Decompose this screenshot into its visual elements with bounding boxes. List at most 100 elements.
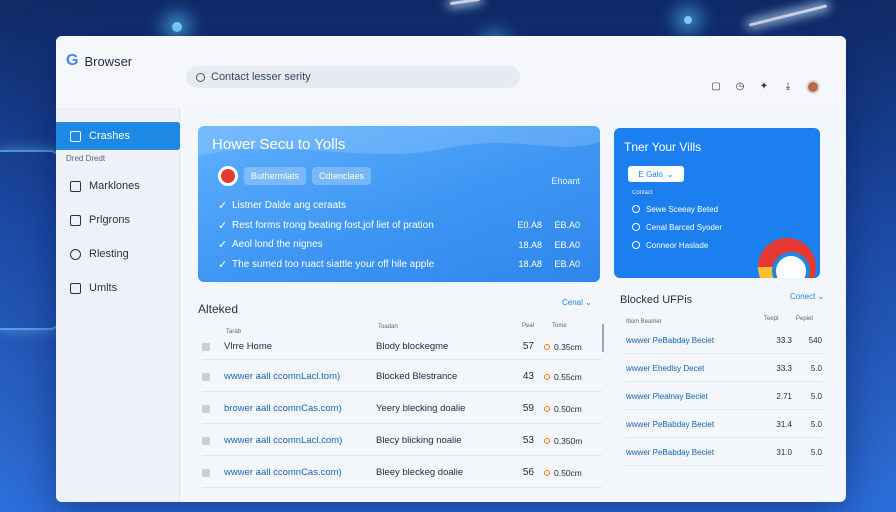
- col-header-site: Itlom Beamer: [626, 319, 662, 325]
- url-row-site[interactable]: wwwer PeBabday Beciet: [626, 448, 758, 457]
- hero-chip[interactable]: Cdtenclaes: [312, 167, 372, 185]
- radio-option[interactable]: Cenal Barced Syoder: [632, 218, 722, 236]
- radio-label: Cenal Barced Syoder: [646, 222, 723, 232]
- row-checkbox[interactable]: [202, 436, 210, 445]
- sidebar-sub-label: Dred Dredt: [66, 154, 106, 163]
- hero-tag: Ehoant: [551, 176, 580, 186]
- scrollbar[interactable]: [602, 324, 604, 352]
- url-row-value: 33.3: [776, 336, 792, 345]
- sidebar-item-umlts[interactable]: Umlts: [56, 274, 180, 302]
- sidebar-item-crashes[interactable]: Crashes: [56, 122, 180, 150]
- hero-list: ✓ Listner Dalde ang ceraats ✓ Rest forms…: [218, 196, 580, 274]
- url-row-value: 31.4: [776, 420, 792, 429]
- table-row[interactable]: wwwer aall ccomnLacl.com) Blecy blicking…: [202, 426, 602, 456]
- url-row[interactable]: wwwer PeBabday Beciet 33.3 540: [626, 328, 822, 354]
- security-overview-card: Hower Secu to Yolls Buthermlats Cdtencla…: [198, 126, 600, 282]
- brand: G Browser: [66, 52, 132, 70]
- top-bar: G Browser Contact lesser serity ▢ ◷ ✦ ⤓: [56, 36, 846, 108]
- row-time: 0.35cm: [544, 342, 582, 352]
- url-row-site[interactable]: wwwer Ehedlsy Decet: [626, 364, 758, 373]
- col-header-n1: Teept: [764, 316, 779, 322]
- col-header-num: Peal: [522, 323, 535, 329]
- hero-row-text: Rest forms trong beating fost,jof liet o…: [232, 219, 434, 231]
- status-dot-icon: [544, 405, 550, 412]
- url-row[interactable]: wwwer Plealnay Beciet 2.71 5.0: [626, 384, 822, 410]
- radio-icon: [632, 241, 640, 249]
- sidebar-item-rlesting[interactable]: Rlesting: [56, 240, 180, 268]
- ceiling-streak: [449, 0, 481, 6]
- blocked-table-link[interactable]: Cenal ⌄: [562, 298, 592, 307]
- row-time-value: 0.55cm: [554, 371, 582, 382]
- twitter-icon[interactable]: ✦: [758, 81, 770, 93]
- row-site[interactable]: brower aall ccomnCas.com): [224, 403, 376, 414]
- url-row-site[interactable]: wwwer PeBabday Beciet: [626, 420, 758, 429]
- row-time-value: 0.50cm: [554, 467, 582, 478]
- row-checkbox[interactable]: [202, 372, 210, 381]
- bookmark-icon[interactable]: ▢: [710, 81, 722, 93]
- row-time-value: 0.35cm: [554, 341, 582, 352]
- row-site[interactable]: wwwer aall ccomnCas.com): [224, 467, 376, 478]
- ceiling-light: [684, 16, 692, 24]
- check-icon: ✓: [218, 219, 228, 232]
- url-row[interactable]: wwwer PeBabday Beciet 31.0 5.0: [626, 440, 822, 466]
- row-checkbox[interactable]: [202, 342, 210, 351]
- vills-card-title: Tner Your Vills: [624, 140, 702, 154]
- hero-row-text: Aeol lond the nignes: [232, 239, 323, 251]
- url-row-site[interactable]: wwwer Plealnay Beciet: [626, 392, 758, 401]
- url-row[interactable]: wwwer Ehedlsy Decet 33.3 5.0: [626, 356, 822, 382]
- col-header-desc: Toadan: [378, 324, 398, 330]
- urls-table-link[interactable]: Conect ⌄: [790, 292, 824, 301]
- row-site[interactable]: wwwer aall ccomnLacl.com): [224, 435, 376, 446]
- search-text: Contact lesser serity: [211, 71, 311, 83]
- avatar[interactable]: [806, 80, 820, 94]
- row-site[interactable]: wwwer aall ccomnLacl.tom): [224, 371, 376, 382]
- table-row[interactable]: brower aall ccomnCas.com) Yeery blecking…: [202, 394, 602, 424]
- vills-dropdown[interactable]: E Galo ⌄: [628, 166, 684, 182]
- row-desc: Yeery blecking doalie: [376, 403, 466, 414]
- status-dot-icon: [544, 373, 550, 380]
- radio-icon: [632, 205, 640, 213]
- radio-label: Conneor Haslade: [646, 240, 709, 250]
- table-row[interactable]: wwwer aall ccomnCas.com) Bleey bleckeg d…: [202, 458, 602, 488]
- url-row-value: 33.3: [776, 364, 792, 373]
- url-row[interactable]: wwwer PeBabday Beciet 31.4 5.0: [626, 412, 822, 438]
- download-icon[interactable]: ⤓: [782, 81, 794, 93]
- table-row[interactable]: wwwer aall ccomnLacl.tom) Blocked Blestr…: [202, 362, 602, 392]
- row-checkbox[interactable]: [202, 468, 210, 477]
- check-icon: ✓: [218, 239, 228, 252]
- url-row-value: 2.71: [776, 392, 792, 401]
- bell-icon: [70, 248, 81, 260]
- clock-icon[interactable]: ◷: [734, 81, 746, 93]
- sidebar-item-label: Prlgrons: [89, 214, 130, 226]
- radio-option[interactable]: Conneor Haslade: [632, 236, 722, 254]
- hero-row-value: E0.A8: [517, 220, 542, 231]
- hero-row-text: The sumed too ruact siattle your off hil…: [232, 258, 435, 270]
- camera-icon: [70, 180, 81, 192]
- dropdown-value: E Galo: [638, 169, 663, 179]
- url-row-site[interactable]: wwwer PeBabday Beciet: [626, 336, 758, 345]
- sidebar: Crashes Dred Dredt Marklones Prlgrons Rl…: [56, 108, 180, 502]
- link-label: Conect: [790, 292, 816, 301]
- row-num: 56: [522, 467, 534, 478]
- hero-chip-row: Buthermlats Cdtenclaes: [218, 166, 372, 186]
- radio-option[interactable]: Sewe Sceeay Beted: [632, 200, 722, 218]
- row-checkbox[interactable]: [202, 404, 210, 413]
- package-icon: [70, 214, 81, 226]
- hero-title: Hower Secu to Yolls: [212, 136, 346, 153]
- sidebar-item-marklones[interactable]: Marklones: [56, 172, 180, 200]
- row-time: 0.50cm: [544, 404, 582, 414]
- row-desc: Blody blockegme: [376, 341, 449, 352]
- col-header-time: Tome: [552, 323, 567, 329]
- toolbar-icons: ▢ ◷ ✦ ⤓: [710, 80, 820, 94]
- hero-row: ✓ Listner Dalde ang ceraats: [218, 196, 580, 216]
- hero-row-value: EB.A0: [554, 220, 580, 231]
- url-row-value: 5.0: [810, 392, 822, 401]
- hero-chip[interactable]: Buthermlats: [244, 167, 307, 185]
- google-logo-icon: G: [66, 52, 79, 69]
- search-bar[interactable]: Contact lesser serity: [186, 66, 520, 88]
- vills-sub-label: Contact: [632, 190, 653, 196]
- table-row[interactable]: Vlrre Home Blody blockegme 57 0.35cm: [202, 334, 602, 360]
- sidebar-item-prlgrons[interactable]: Prlgrons: [56, 206, 180, 234]
- vills-card: Tner Your Vills E Galo ⌄ Contact Sewe Sc…: [614, 128, 820, 278]
- url-row-value: 5.0: [810, 364, 822, 373]
